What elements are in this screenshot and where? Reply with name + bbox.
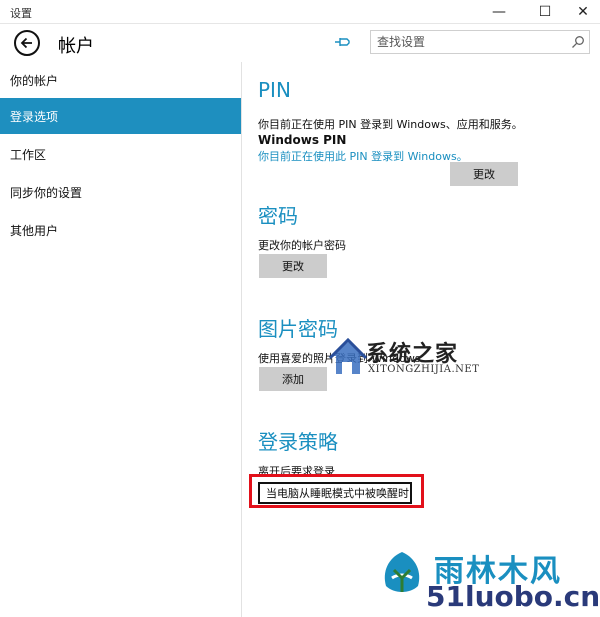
sign-in-policy-section-title: 登录策略 (258, 430, 338, 454)
back-button[interactable] (14, 30, 40, 56)
sidebar-item-your-account[interactable]: 你的帐户 (0, 62, 241, 98)
search-input[interactable] (371, 31, 567, 53)
password-change-button[interactable]: 更改 (259, 254, 327, 278)
house-logo-icon (328, 337, 368, 374)
sidebar-item-sync-settings[interactable]: 同步你的设置 (0, 174, 241, 210)
window-title: 设置 (10, 7, 32, 20)
maximize-icon: ☐ (538, 4, 552, 20)
pin-to-start-icon[interactable] (334, 34, 352, 50)
sidebar-item-sign-in-options[interactable]: 登录选项 (0, 98, 241, 134)
sidebar-item-label: 工作区 (10, 147, 47, 162)
search-icon[interactable] (571, 35, 585, 49)
minimize-icon: — (492, 4, 506, 20)
windows-pin-link[interactable]: 你目前正在使用此 PIN 登录到 Windows。 (258, 148, 468, 164)
search-box[interactable] (370, 30, 590, 54)
back-arrow-icon (20, 37, 32, 49)
header: 帐户 (0, 24, 600, 62)
windows-pin-label: Windows PIN (258, 133, 347, 147)
minimize-button[interactable]: — (482, 0, 516, 24)
title-bar: 设置 — ☐ ✕ (0, 0, 600, 24)
yulinmufeng-watermark: 雨林木风 51luobo.cn (380, 546, 600, 616)
pin-change-button[interactable]: 更改 (450, 162, 518, 186)
page-title: 帐户 (58, 36, 94, 57)
pin-section-title: PIN (258, 78, 291, 102)
sidebar: 你的帐户 登录选项 工作区 同步你的设置 其他用户 (0, 62, 242, 617)
watermark-url: 51luobo.cn (426, 580, 600, 613)
sidebar-item-label: 登录选项 (10, 109, 59, 124)
pin-description: 你目前正在使用 PIN 登录到 Windows、应用和服务。 (258, 118, 523, 131)
xitongzhijia-watermark: 系统之家 XITONGZHIJIA.NET (322, 332, 492, 384)
sidebar-item-label: 其他用户 (10, 223, 59, 238)
password-description: 更改你的帐户密码 (258, 239, 346, 252)
sidebar-item-other-users[interactable]: 其他用户 (0, 212, 241, 248)
close-button[interactable]: ✕ (566, 0, 600, 24)
maximize-button[interactable]: ☐ (528, 0, 562, 24)
close-icon: ✕ (577, 4, 589, 20)
highlight-box (249, 474, 424, 508)
picture-password-add-button[interactable]: 添加 (259, 367, 327, 391)
sidebar-item-workplace[interactable]: 工作区 (0, 136, 241, 172)
sidebar-item-label: 你的帐户 (10, 73, 59, 88)
sidebar-item-label: 同步你的设置 (10, 185, 83, 200)
watermark-url: XITONGZHIJIA.NET (368, 364, 480, 375)
password-section-title: 密码 (258, 204, 298, 228)
leaf-logo-icon (384, 552, 420, 592)
